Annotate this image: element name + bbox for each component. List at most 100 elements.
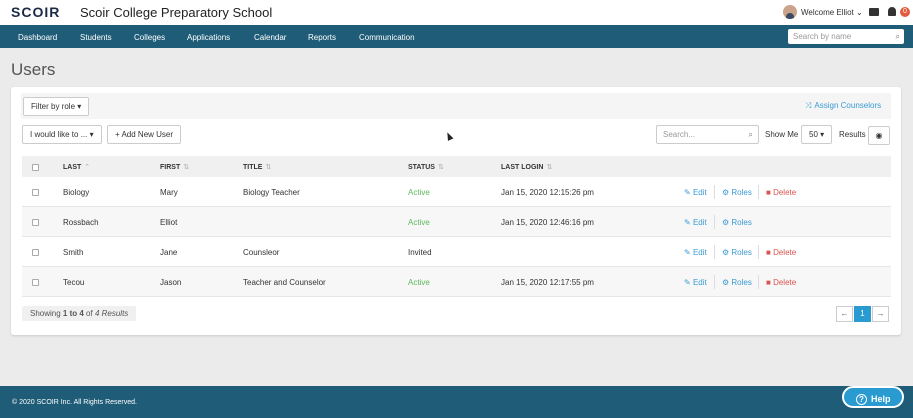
table-row: Tecou Jason Teacher and Counselor Active…	[22, 267, 891, 297]
nav-communication[interactable]: Communication	[359, 33, 415, 42]
nav-dashboard[interactable]: Dashboard	[18, 33, 57, 42]
delete-button[interactable]: ■ Delete	[766, 248, 796, 257]
col-last-login-label: LAST LOGIN	[501, 164, 544, 171]
delete-button[interactable]: ■ Delete	[766, 188, 796, 197]
edit-button[interactable]: ✎ Edit	[684, 278, 707, 287]
sort-icon: ⇅	[183, 164, 190, 171]
nav-search-placeholder: Search by name	[793, 32, 852, 41]
pencil-icon: ✎	[684, 278, 691, 287]
edit-button[interactable]: ✎ Edit	[684, 248, 707, 257]
col-status[interactable]: STATUS ⇅	[408, 163, 444, 171]
prev-page-button[interactable]: ←	[836, 306, 853, 322]
copyright-text: © 2020 SCOIR Inc. All Rights Reserved.	[12, 399, 137, 406]
cell-title: Biology Teacher	[243, 188, 300, 197]
cell-last: Rossbach	[63, 218, 99, 227]
edit-button[interactable]: ✎ Edit	[684, 218, 707, 227]
cell-title: Teacher and Counselor	[243, 278, 326, 287]
bell-icon[interactable]	[888, 7, 896, 16]
column-visibility-button[interactable]: ◉	[868, 126, 890, 145]
roles-button[interactable]: ⚙ Roles	[722, 278, 752, 287]
school-name: Scoir College Preparatory School	[80, 5, 273, 20]
row-checkbox[interactable]	[32, 279, 39, 286]
table-header: LAST ⌃ FIRST ⇅ TITLE ⇅ STATUS ⇅ LAST LOGIN ⇅	[22, 156, 891, 177]
divider	[714, 215, 715, 229]
welcome-menu[interactable]: Welcome Elliot ⌄	[801, 8, 863, 17]
users-search-placeholder: Search...	[663, 130, 696, 139]
divider	[758, 245, 759, 259]
col-last-label: LAST	[63, 164, 82, 171]
showing-total: 4 Results	[94, 309, 129, 318]
page-size-select[interactable]: 50 ▾	[801, 125, 833, 144]
cell-last: Biology	[63, 188, 90, 197]
nav-students[interactable]: Students	[80, 33, 112, 42]
delete-label: Delete	[773, 248, 797, 257]
roles-label: Roles	[731, 218, 752, 227]
divider	[758, 185, 759, 199]
select-all-checkbox[interactable]	[32, 164, 39, 171]
roles-button[interactable]: ⚙ Roles	[722, 188, 752, 197]
col-last-login[interactable]: LAST LOGIN ⇅	[501, 163, 552, 171]
col-status-label: STATUS	[408, 164, 435, 171]
pencil-icon: ✎	[684, 188, 691, 197]
filter-by-role-button[interactable]: Filter by role ▾	[23, 97, 90, 116]
cell-first: Mary	[160, 188, 178, 197]
nav-calendar[interactable]: Calendar	[254, 33, 286, 42]
col-first[interactable]: FIRST ⇅	[160, 163, 189, 171]
assign-counselors-link[interactable]: ⤨ Assign Counselors	[805, 101, 881, 111]
cell-first: Elliot	[160, 218, 178, 227]
nav-search-input[interactable]: Search by name ⌕	[788, 29, 904, 44]
cell-last: Smith	[63, 248, 84, 257]
page-1-button[interactable]: 1	[854, 306, 871, 322]
col-title[interactable]: TITLE ⇅	[243, 163, 271, 171]
scoir-logo[interactable]: SCOIR	[11, 4, 60, 20]
cell-status: Active	[408, 188, 430, 197]
roles-label: Roles	[731, 248, 752, 257]
showing-of: of	[83, 309, 95, 318]
row-checkbox[interactable]	[32, 249, 39, 256]
add-new-user-button[interactable]: + Add New User	[107, 125, 182, 144]
cell-last-login: Jan 15, 2020 12:17:55 pm	[501, 278, 594, 287]
divider	[714, 275, 715, 289]
nav-applications[interactable]: Applications	[187, 33, 230, 42]
sort-asc-icon: ⌃	[84, 164, 91, 171]
roles-button[interactable]: ⚙ Roles	[722, 248, 752, 257]
col-last[interactable]: LAST ⌃	[63, 163, 90, 171]
divider	[758, 275, 759, 289]
cell-last-login: Jan 15, 2020 12:15:26 pm	[501, 188, 594, 197]
results-label: Results	[839, 130, 866, 139]
col-first-label: FIRST	[160, 164, 181, 171]
filter-bar	[21, 93, 891, 119]
users-search-input[interactable]: Search... ⌕	[656, 125, 759, 144]
top-header: SCOIR Scoir College Preparatory School W…	[0, 0, 913, 25]
help-label: Help	[871, 394, 891, 404]
edit-label: Edit	[692, 278, 707, 287]
cell-last-login: Jan 15, 2020 12:46:16 pm	[501, 218, 594, 227]
roles-label: Roles	[731, 188, 752, 197]
divider	[714, 245, 715, 259]
roles-button[interactable]: ⚙ Roles	[722, 218, 752, 227]
cell-status: Active	[408, 218, 430, 227]
cell-first: Jane	[160, 248, 178, 257]
delete-button[interactable]: ■ Delete	[766, 278, 796, 287]
pencil-icon: ✎	[684, 218, 691, 227]
row-checkbox[interactable]	[32, 219, 39, 226]
gear-icon: ⚙	[722, 218, 730, 227]
chat-icon[interactable]	[869, 8, 879, 16]
row-checkbox[interactable]	[32, 189, 39, 196]
gear-icon: ⚙	[722, 248, 730, 257]
nav-colleges[interactable]: Colleges	[134, 33, 165, 42]
search-icon: ⌕	[895, 32, 900, 41]
nav-reports[interactable]: Reports	[308, 33, 336, 42]
user-avatar[interactable]	[783, 5, 797, 19]
trash-icon: ■	[766, 248, 771, 257]
next-page-button[interactable]: →	[872, 306, 889, 322]
search-icon: ⌕	[748, 130, 753, 139]
question-icon: ?	[856, 394, 867, 405]
edit-label: Edit	[692, 218, 707, 227]
notification-badge[interactable]: 0	[900, 7, 910, 17]
main-nav: Dashboard Students Colleges Applications…	[0, 25, 913, 48]
delete-label: Delete	[773, 278, 797, 287]
edit-button[interactable]: ✎ Edit	[684, 188, 707, 197]
help-button[interactable]: ? Help	[842, 386, 904, 408]
i-would-like-to-dropdown[interactable]: I would like to ... ▾	[22, 125, 102, 144]
